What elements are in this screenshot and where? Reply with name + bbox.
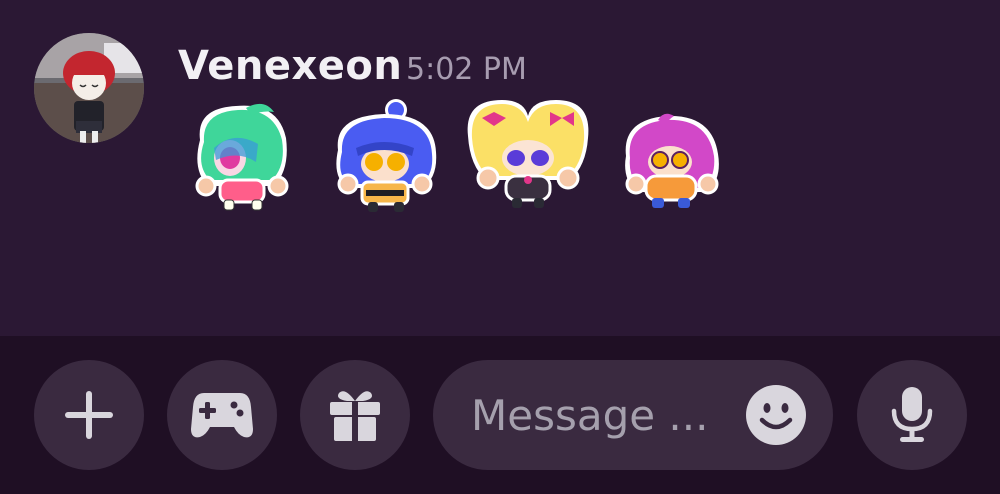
- blue-hair-chibi-sticker[interactable]: [326, 98, 444, 216]
- message-timestamp: 5:02 PM: [406, 52, 527, 87]
- avatar-image: [34, 33, 144, 143]
- gamepad-icon: [191, 393, 253, 438]
- plus-icon: [65, 391, 113, 439]
- microphone-icon: [891, 387, 933, 442]
- chat-area: Venexeon 5:02 PM: [0, 0, 1000, 336]
- message-author[interactable]: Venexeon: [178, 40, 402, 92]
- smiley-icon[interactable]: [745, 384, 807, 446]
- message-input[interactable]: Message ...: [433, 360, 833, 470]
- message-composer: Message ...: [0, 336, 1000, 494]
- gift-icon: [330, 391, 380, 441]
- pink-hair-chibi-sticker[interactable]: [618, 112, 724, 212]
- activities-button[interactable]: [167, 360, 277, 470]
- gift-button[interactable]: [300, 360, 410, 470]
- message-input-placeholder: Message ...: [471, 391, 709, 440]
- green-hair-chibi-sticker[interactable]: [186, 100, 296, 216]
- add-attachment-button[interactable]: [34, 360, 144, 470]
- voice-message-button[interactable]: [857, 360, 967, 470]
- blonde-hair-chibi-sticker[interactable]: [462, 96, 594, 214]
- user-avatar[interactable]: [34, 33, 144, 143]
